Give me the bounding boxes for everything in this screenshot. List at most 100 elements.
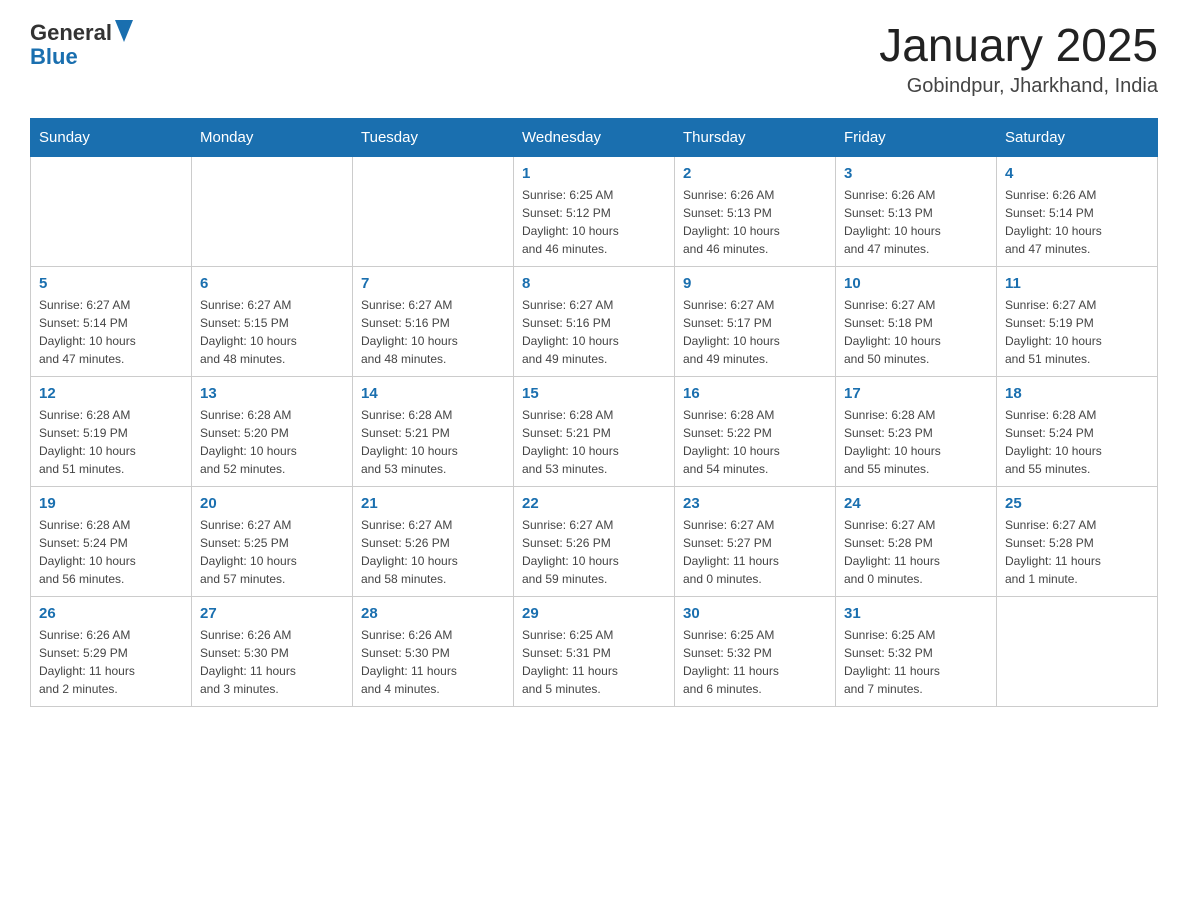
- weekday-header-thursday: Thursday: [675, 118, 836, 156]
- day-number: 9: [683, 275, 827, 292]
- calendar-week-row: 5Sunrise: 6:27 AMSunset: 5:14 PMDaylight…: [31, 266, 1158, 376]
- weekday-header-sunday: Sunday: [31, 118, 192, 156]
- calendar-cell: 2 Sunrise: 6:26 AMSunset: 5:13 PMDaylight…: [675, 156, 836, 266]
- day-info: Sunrise: 6:26 AMSunset: 5:13 PMDaylight:…: [683, 186, 827, 258]
- day-number: 10: [844, 275, 988, 292]
- calendar-cell: [353, 156, 514, 266]
- day-number: 27: [200, 605, 344, 622]
- day-info: Sunrise: 6:27 AMSunset: 5:19 PMDaylight:…: [1005, 296, 1149, 368]
- calendar-week-row: 1Sunrise: 6:25 AMSunset: 5:12 PMDaylight…: [31, 156, 1158, 266]
- page-header: General Blue January 2025 Gobindpur, Jha…: [30, 20, 1158, 98]
- day-number: 26: [39, 605, 183, 622]
- calendar-cell: 6Sunrise: 6:27 AMSunset: 5:15 PMDaylight…: [192, 266, 353, 376]
- day-info: Sunrise: 6:28 AMSunset: 5:24 PMDaylight:…: [1005, 406, 1149, 478]
- calendar-cell: 27 Sunrise: 6:26 AMSunset: 5:30 PMDayligh…: [192, 596, 353, 706]
- day-number: 22: [522, 495, 666, 512]
- calendar-cell: 5Sunrise: 6:27 AMSunset: 5:14 PMDaylight…: [31, 266, 192, 376]
- day-info: Sunrise: 6:27 AMSunset: 5:18 PMDaylight:…: [844, 296, 988, 368]
- calendar-cell: 7 Sunrise: 6:27 AMSunset: 5:16 PMDaylight…: [353, 266, 514, 376]
- day-info: Sunrise: 6:27 AMSunset: 5:28 PMDaylight:…: [1005, 516, 1149, 588]
- calendar-cell: 18 Sunrise: 6:28 AMSunset: 5:24 PMDayligh…: [997, 376, 1158, 486]
- calendar-cell: 12Sunrise: 6:28 AMSunset: 5:19 PMDayligh…: [31, 376, 192, 486]
- day-number: 14: [361, 385, 505, 402]
- logo-text-general: General: [30, 22, 112, 44]
- day-info: Sunrise: 6:27 AMSunset: 5:27 PMDaylight:…: [683, 516, 827, 588]
- logo-text-blue: Blue: [30, 44, 78, 69]
- day-number: 20: [200, 495, 344, 512]
- calendar-cell: 10 Sunrise: 6:27 AMSunset: 5:18 PMDayligh…: [836, 266, 997, 376]
- weekday-header-tuesday: Tuesday: [353, 118, 514, 156]
- day-number: 18: [1005, 385, 1149, 402]
- day-info: Sunrise: 6:26 AMSunset: 5:30 PMDaylight:…: [200, 626, 344, 698]
- day-number: 16: [683, 385, 827, 402]
- day-info: Sunrise: 6:26 AMSunset: 5:30 PMDaylight:…: [361, 626, 505, 698]
- day-number: 7: [361, 275, 505, 292]
- day-info: Sunrise: 6:27 AMSunset: 5:25 PMDaylight:…: [200, 516, 344, 588]
- calendar-cell: [31, 156, 192, 266]
- day-number: 19: [39, 495, 183, 512]
- day-info: Sunrise: 6:27 AMSunset: 5:28 PMDaylight:…: [844, 516, 988, 588]
- day-number: 23: [683, 495, 827, 512]
- day-info: Sunrise: 6:26 AMSunset: 5:29 PMDaylight:…: [39, 626, 183, 698]
- calendar-cell: 31 Sunrise: 6:25 AMSunset: 5:32 PMDayligh…: [836, 596, 997, 706]
- day-info: Sunrise: 6:28 AMSunset: 5:20 PMDaylight:…: [200, 406, 344, 478]
- day-info: Sunrise: 6:28 AMSunset: 5:24 PMDaylight:…: [39, 516, 183, 588]
- day-number: 11: [1005, 275, 1149, 292]
- calendar-cell: 4 Sunrise: 6:26 AMSunset: 5:14 PMDaylight…: [997, 156, 1158, 266]
- calendar-title: January 2025: [879, 20, 1158, 71]
- calendar-cell: 8Sunrise: 6:27 AMSunset: 5:16 PMDaylight…: [514, 266, 675, 376]
- calendar-cell: 30 Sunrise: 6:25 AMSunset: 5:32 PMDayligh…: [675, 596, 836, 706]
- calendar-cell: 16Sunrise: 6:28 AMSunset: 5:22 PMDayligh…: [675, 376, 836, 486]
- day-info: Sunrise: 6:27 AMSunset: 5:26 PMDaylight:…: [361, 516, 505, 588]
- day-info: Sunrise: 6:27 AMSunset: 5:16 PMDaylight:…: [522, 296, 666, 368]
- day-info: Sunrise: 6:27 AMSunset: 5:16 PMDaylight:…: [361, 296, 505, 368]
- day-info: Sunrise: 6:26 AMSunset: 5:13 PMDaylight:…: [844, 186, 988, 258]
- day-number: 2: [683, 165, 827, 182]
- day-number: 13: [200, 385, 344, 402]
- day-number: 3: [844, 165, 988, 182]
- day-info: Sunrise: 6:25 AMSunset: 5:32 PMDaylight:…: [683, 626, 827, 698]
- day-info: Sunrise: 6:28 AMSunset: 5:19 PMDaylight:…: [39, 406, 183, 478]
- day-number: 30: [683, 605, 827, 622]
- day-info: Sunrise: 6:27 AMSunset: 5:26 PMDaylight:…: [522, 516, 666, 588]
- day-number: 25: [1005, 495, 1149, 512]
- calendar-cell: 19 Sunrise: 6:28 AMSunset: 5:24 PMDayligh…: [31, 486, 192, 596]
- weekday-header-wednesday: Wednesday: [514, 118, 675, 156]
- calendar-week-row: 12Sunrise: 6:28 AMSunset: 5:19 PMDayligh…: [31, 376, 1158, 486]
- day-info: Sunrise: 6:28 AMSunset: 5:21 PMDaylight:…: [361, 406, 505, 478]
- day-number: 31: [844, 605, 988, 622]
- logo-arrow-icon: [115, 20, 133, 42]
- calendar-cell: 9 Sunrise: 6:27 AMSunset: 5:17 PMDaylight…: [675, 266, 836, 376]
- day-info: Sunrise: 6:25 AMSunset: 5:31 PMDaylight:…: [522, 626, 666, 698]
- calendar-cell: 1Sunrise: 6:25 AMSunset: 5:12 PMDaylight…: [514, 156, 675, 266]
- day-info: Sunrise: 6:26 AMSunset: 5:14 PMDaylight:…: [1005, 186, 1149, 258]
- day-number: 1: [522, 165, 666, 182]
- calendar-cell: 29Sunrise: 6:25 AMSunset: 5:31 PMDayligh…: [514, 596, 675, 706]
- calendar-cell: [192, 156, 353, 266]
- calendar-cell: 25 Sunrise: 6:27 AMSunset: 5:28 PMDayligh…: [997, 486, 1158, 596]
- calendar-table: SundayMondayTuesdayWednesdayThursdayFrid…: [30, 118, 1158, 707]
- calendar-subtitle: Gobindpur, Jharkhand, India: [879, 75, 1158, 98]
- calendar-cell: 17 Sunrise: 6:28 AMSunset: 5:23 PMDayligh…: [836, 376, 997, 486]
- day-info: Sunrise: 6:28 AMSunset: 5:21 PMDaylight:…: [522, 406, 666, 478]
- calendar-cell: [997, 596, 1158, 706]
- day-number: 17: [844, 385, 988, 402]
- day-info: Sunrise: 6:27 AMSunset: 5:17 PMDaylight:…: [683, 296, 827, 368]
- calendar-cell: 22 Sunrise: 6:27 AMSunset: 5:26 PMDayligh…: [514, 486, 675, 596]
- weekday-header-friday: Friday: [836, 118, 997, 156]
- weekday-header-monday: Monday: [192, 118, 353, 156]
- calendar-cell: 20 Sunrise: 6:27 AMSunset: 5:25 PMDayligh…: [192, 486, 353, 596]
- calendar-cell: 21Sunrise: 6:27 AMSunset: 5:26 PMDayligh…: [353, 486, 514, 596]
- day-number: 28: [361, 605, 505, 622]
- logo: General Blue: [30, 20, 133, 68]
- day-number: 24: [844, 495, 988, 512]
- calendar-cell: 14 Sunrise: 6:28 AMSunset: 5:21 PMDayligh…: [353, 376, 514, 486]
- day-info: Sunrise: 6:28 AMSunset: 5:23 PMDaylight:…: [844, 406, 988, 478]
- calendar-week-row: 26 Sunrise: 6:26 AMSunset: 5:29 PMDayligh…: [31, 596, 1158, 706]
- day-info: Sunrise: 6:25 AMSunset: 5:32 PMDaylight:…: [844, 626, 988, 698]
- day-number: 4: [1005, 165, 1149, 182]
- calendar-week-row: 19 Sunrise: 6:28 AMSunset: 5:24 PMDayligh…: [31, 486, 1158, 596]
- calendar-cell: 3 Sunrise: 6:26 AMSunset: 5:13 PMDaylight…: [836, 156, 997, 266]
- calendar-cell: 11 Sunrise: 6:27 AMSunset: 5:19 PMDayligh…: [997, 266, 1158, 376]
- day-info: Sunrise: 6:27 AMSunset: 5:15 PMDaylight:…: [200, 296, 344, 368]
